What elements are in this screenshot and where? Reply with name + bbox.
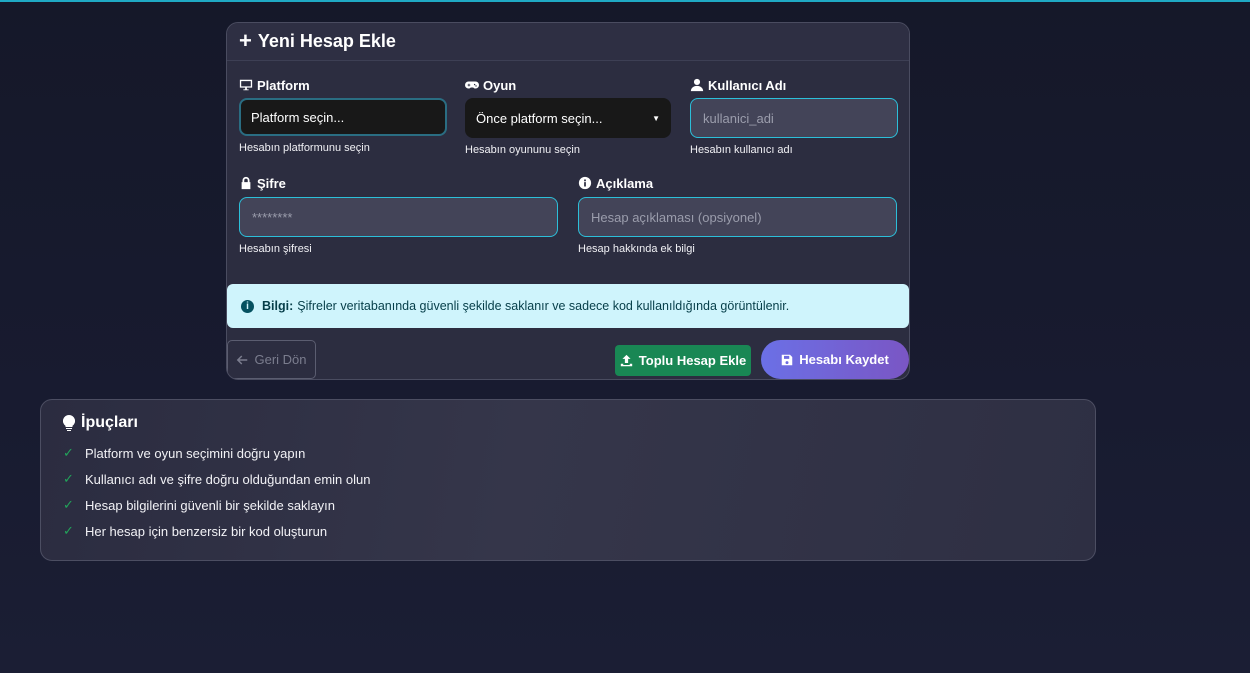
back-button[interactable]: Geri Dön: [227, 340, 316, 379]
gamepad-icon: [465, 81, 479, 89]
password-field: Şifre ******** Hesabın şifresi: [239, 175, 558, 255]
info-text: Şifreler veritabanında güvenli şekilde s…: [297, 299, 790, 313]
tips-title: İpuçları: [63, 414, 138, 432]
platform-select[interactable]: Platform seçin...: [239, 98, 447, 136]
list-item: ✓ Kullanıcı adı ve şifre doğru olduğundan…: [63, 471, 371, 487]
platform-label: Platform: [239, 77, 447, 93]
description-input[interactable]: Hesap açıklaması (opsiyonel): [578, 197, 897, 237]
description-label: Açıklama: [578, 175, 897, 191]
check-icon: ✓: [63, 497, 74, 512]
platform-field: Platform Platform seçin... Hesabın platf…: [239, 77, 447, 154]
caret-down-icon: ▼: [652, 113, 660, 123]
password-label: Şifre: [239, 175, 558, 191]
username-help: Hesabın kullanıcı adı: [690, 144, 793, 156]
game-help: Hesabın oyununu seçin: [465, 144, 580, 156]
arrow-left-icon: [237, 355, 248, 364]
platform-help: Hesabın platformunu seçin: [239, 142, 370, 154]
save-account-button[interactable]: Hesabı Kaydet: [761, 340, 909, 379]
card-header: + Yeni Hesap Ekle: [227, 23, 909, 61]
password-input[interactable]: ********: [239, 197, 558, 237]
bulk-add-button[interactable]: Toplu Hesap Ekle: [615, 345, 751, 376]
username-label: Kullanıcı Adı: [690, 77, 898, 93]
monitor-icon: [239, 79, 253, 91]
game-select[interactable]: Önce platform seçin... ▼: [465, 98, 671, 138]
game-field: Oyun Önce platform seçin... ▼ Hesabın oy…: [465, 77, 671, 156]
card-title: Yeni Hesap Ekle: [257, 31, 396, 51]
info-icon: i: [241, 299, 254, 313]
floppy-disk-icon: [781, 354, 793, 365]
password-help: Hesabın şifresi: [239, 243, 312, 255]
lightbulb-icon: [63, 415, 75, 431]
description-help: Hesap hakkında ek bilgi: [578, 243, 695, 255]
info-circle-icon: [578, 176, 592, 190]
plus-icon: +: [239, 27, 252, 53]
lock-icon: [241, 176, 251, 190]
add-account-card: + Yeni Hesap Ekle Platform Platform seçi…: [226, 22, 910, 380]
upload-icon: [620, 354, 632, 367]
tips-list: ✓ Platform ve oyun seçimini doğru yapın ✓…: [63, 440, 370, 544]
list-item: ✓ Her hesap için benzersiz bir kod oluştu…: [63, 523, 328, 539]
info-strong: Bilgi:: [262, 299, 294, 313]
list-item: ✓ Hesap bilgilerini güvenli bir şekilde s…: [63, 497, 336, 513]
list-item: ✓ Platform ve oyun seçimini doğru yapın: [63, 445, 306, 461]
check-icon: ✓: [63, 471, 74, 486]
game-label: Oyun: [465, 77, 671, 93]
check-icon: ✓: [63, 445, 74, 460]
tips-panel: İpuçları ✓ Platform ve oyun seçimini doğr…: [40, 399, 1096, 561]
check-icon: ✓: [63, 523, 74, 538]
username-input[interactable]: kullanici_adi: [690, 98, 898, 138]
username-field: Kullanıcı Adı kullanici_adi Hesabın kull…: [690, 77, 898, 156]
top-accent-line: [0, 0, 1250, 2]
description-field: Açıklama Hesap açıklaması (opsiyonel) He…: [578, 175, 897, 255]
info-alert: i Bilgi: Şifreler veritabanında güvenli …: [227, 284, 909, 328]
user-icon: [690, 78, 704, 92]
